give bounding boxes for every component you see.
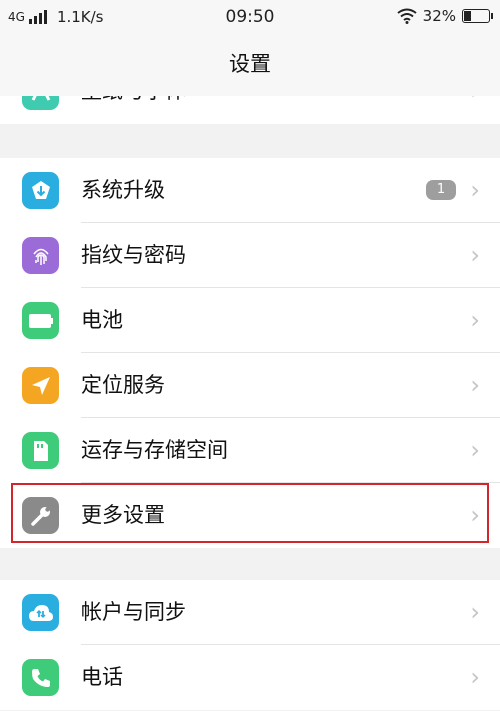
list-item-label: 壁纸与字体 [81,96,186,124]
settings-group-system: 系统升级 1 › 指纹与密码 › 电池 › 定位服务 › 运存与存储空间 › 更… [0,158,500,548]
wifi-icon [397,8,417,24]
list-item-label: 运存与存储空间 [81,438,228,462]
chevron-right-icon: › [470,241,480,269]
system-update-icon [22,172,59,209]
chevron-right-icon: › [470,176,480,204]
battery-percent: 32% [422,7,456,25]
page-title: 设置 [229,52,271,76]
list-item-label: 电话 [81,665,123,689]
settings-group-account: 帐户与同步 › 电话 › [0,580,500,710]
list-item-fingerprint-password[interactable]: 指纹与密码 › [0,223,500,288]
nav-bar: 设置 [0,36,500,96]
location-icon [22,367,59,404]
storage-icon [22,432,59,469]
update-count-badge: 1 [426,180,456,200]
list-item-location[interactable]: 定位服务 › [0,353,500,418]
chevron-right-icon: › [470,96,480,124]
list-item-wallpaper-font[interactable]: 壁纸与字体 › [0,96,500,124]
chevron-right-icon: › [470,501,480,529]
list-item-more-settings[interactable]: 更多设置 › [0,483,500,548]
status-bar: 4G 1.1K/s 09:50 32% [0,0,500,36]
wallpaper-font-icon [22,96,59,110]
list-item-label: 更多设置 [81,503,165,527]
list-item-phone[interactable]: 电话 › [0,645,500,710]
list-item-account-sync[interactable]: 帐户与同步 › [0,580,500,645]
list-item-storage[interactable]: 运存与存储空间 › [0,418,500,483]
battery-icon [22,302,59,339]
wrench-icon [22,497,59,534]
chevron-right-icon: › [470,436,480,464]
list-item-label: 指纹与密码 [81,243,186,267]
list-item-system-update[interactable]: 系统升级 1 › [0,158,500,223]
chevron-right-icon: › [470,598,480,626]
list-item-label: 帐户与同步 [81,600,186,624]
list-item-battery[interactable]: 电池 › [0,288,500,353]
chevron-right-icon: › [470,371,480,399]
battery-status-icon [462,9,493,23]
settings-group-top: 壁纸与字体 › [0,96,500,124]
chevron-right-icon: › [470,306,480,334]
list-item-label: 电池 [81,308,123,332]
chevron-right-icon: › [470,663,480,691]
fingerprint-icon [22,237,59,274]
list-item-label: 系统升级 [81,178,165,202]
phone-icon [22,659,59,696]
list-item-label: 定位服务 [81,373,165,397]
cloud-sync-icon [22,594,59,631]
